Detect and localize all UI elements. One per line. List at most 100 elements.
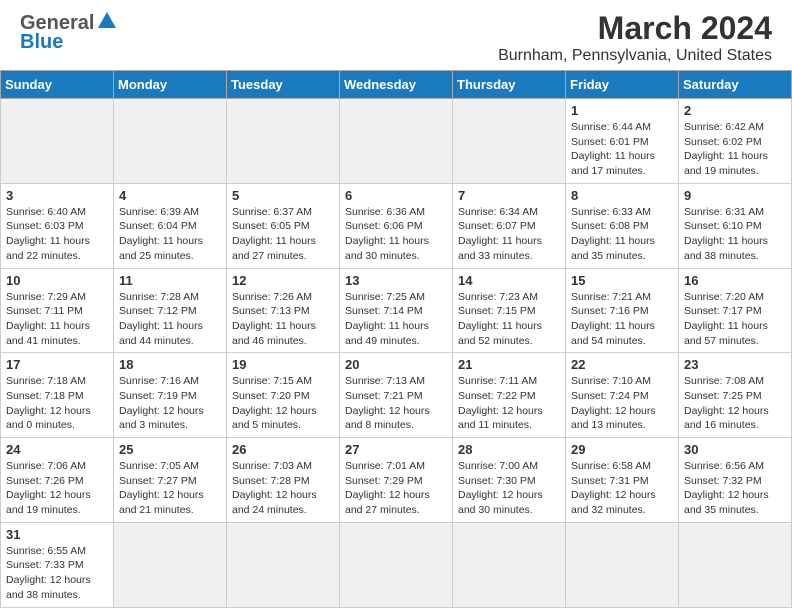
calendar-header: Sunday Monday Tuesday Wednesday Thursday… [1, 71, 792, 99]
day-detail: Sunrise: 6:58 AM Sunset: 7:31 PM Dayligh… [571, 459, 673, 518]
day-number: 31 [6, 527, 108, 542]
calendar-cell: 21 Sunrise: 7:11 AM Sunset: 7:22 PM Dayli… [453, 353, 566, 438]
calendar-cell [453, 522, 566, 607]
calendar-cell: 5 Sunrise: 6:37 AM Sunset: 6:05 PM Daylig… [227, 183, 340, 268]
calendar-cell [1, 99, 114, 184]
day-detail: Sunrise: 7:25 AM Sunset: 7:14 PM Dayligh… [345, 290, 447, 349]
day-number: 14 [458, 273, 560, 288]
col-monday: Monday [114, 71, 227, 99]
logo-icon [96, 10, 118, 37]
calendar-cell: 18Sunrise: 7:16 AM Sunset: 7:19 PM Dayli… [114, 353, 227, 438]
calendar-cell [227, 522, 340, 607]
day-detail: Sunrise: 6:39 AM Sunset: 6:04 PM Dayligh… [119, 205, 221, 264]
day-number: 26 [232, 442, 334, 457]
day-detail: Sunrise: 7:26 AM Sunset: 7:13 PM Dayligh… [232, 290, 334, 349]
calendar-row-5: 31 Sunrise: 6:55 AM Sunset: 7:33 PM Dayli… [1, 522, 792, 607]
day-detail: Sunrise: 7:08 AM Sunset: 7:25 PM Dayligh… [684, 374, 786, 433]
day-detail: Sunrise: 7:29 AM Sunset: 7:11 PM Dayligh… [6, 290, 108, 349]
day-detail: Sunrise: 7:05 AM Sunset: 7:27 PM Dayligh… [119, 459, 221, 518]
day-detail: Sunrise: 7:03 AM Sunset: 7:28 PM Dayligh… [232, 459, 334, 518]
calendar-cell: 28Sunrise: 7:00 AM Sunset: 7:30 PM Dayli… [453, 438, 566, 523]
calendar-cell: 4 Sunrise: 6:39 AM Sunset: 6:04 PM Daylig… [114, 183, 227, 268]
day-detail: Sunrise: 7:13 AM Sunset: 7:21 PM Dayligh… [345, 374, 447, 433]
calendar-row-4: 24 Sunrise: 7:06 AM Sunset: 7:26 PM Dayli… [1, 438, 792, 523]
day-detail: Sunrise: 7:18 AM Sunset: 7:18 PM Dayligh… [6, 374, 108, 433]
calendar-row-2: 10 Sunrise: 7:29 AM Sunset: 7:11 PM Dayli… [1, 268, 792, 353]
col-saturday: Saturday [679, 71, 792, 99]
calendar-cell [227, 99, 340, 184]
day-detail: Sunrise: 6:36 AM Sunset: 6:06 PM Dayligh… [345, 205, 447, 264]
day-number: 18 [119, 357, 221, 372]
col-tuesday: Tuesday [227, 71, 340, 99]
day-detail: Sunrise: 7:21 AM Sunset: 7:16 PM Dayligh… [571, 290, 673, 349]
calendar-cell [114, 522, 227, 607]
calendar-cell: 14 Sunrise: 7:23 AM Sunset: 7:15 PM Dayli… [453, 268, 566, 353]
calendar-cell: 7 Sunrise: 6:34 AM Sunset: 6:07 PM Daylig… [453, 183, 566, 268]
calendar-cell [566, 522, 679, 607]
day-number: 4 [119, 188, 221, 203]
calendar-cell: 23 Sunrise: 7:08 AM Sunset: 7:25 PM Dayli… [679, 353, 792, 438]
day-number: 5 [232, 188, 334, 203]
day-detail: Sunrise: 7:20 AM Sunset: 7:17 PM Dayligh… [684, 290, 786, 349]
day-detail: Sunrise: 6:34 AM Sunset: 6:07 PM Dayligh… [458, 205, 560, 264]
calendar-cell: 12Sunrise: 7:26 AM Sunset: 7:13 PM Dayli… [227, 268, 340, 353]
day-detail: Sunrise: 7:11 AM Sunset: 7:22 PM Dayligh… [458, 374, 560, 433]
day-number: 11 [119, 273, 221, 288]
calendar-cell: 22 Sunrise: 7:10 AM Sunset: 7:24 PM Dayli… [566, 353, 679, 438]
calendar-cell: 2Sunrise: 6:42 AM Sunset: 6:02 PM Daylig… [679, 99, 792, 184]
day-detail: Sunrise: 6:55 AM Sunset: 7:33 PM Dayligh… [6, 544, 108, 603]
day-number: 6 [345, 188, 447, 203]
day-number: 17 [6, 357, 108, 372]
calendar-cell: 15Sunrise: 7:21 AM Sunset: 7:16 PM Dayli… [566, 268, 679, 353]
calendar-cell [340, 99, 453, 184]
header-row: Sunday Monday Tuesday Wednesday Thursday… [1, 71, 792, 99]
calendar-cell: 1 Sunrise: 6:44 AM Sunset: 6:01 PM Daylig… [566, 99, 679, 184]
day-detail: Sunrise: 7:10 AM Sunset: 7:24 PM Dayligh… [571, 374, 673, 433]
day-detail: Sunrise: 6:31 AM Sunset: 6:10 PM Dayligh… [684, 205, 786, 264]
calendar-cell: 17 Sunrise: 7:18 AM Sunset: 7:18 PM Dayli… [1, 353, 114, 438]
day-detail: Sunrise: 6:42 AM Sunset: 6:02 PM Dayligh… [684, 120, 786, 179]
day-detail: Sunrise: 7:15 AM Sunset: 7:20 PM Dayligh… [232, 374, 334, 433]
day-detail: Sunrise: 6:44 AM Sunset: 6:01 PM Dayligh… [571, 120, 673, 179]
day-detail: Sunrise: 7:23 AM Sunset: 7:15 PM Dayligh… [458, 290, 560, 349]
day-detail: Sunrise: 6:40 AM Sunset: 6:03 PM Dayligh… [6, 205, 108, 264]
calendar-cell: 27 Sunrise: 7:01 AM Sunset: 7:29 PM Dayli… [340, 438, 453, 523]
day-number: 7 [458, 188, 560, 203]
day-number: 21 [458, 357, 560, 372]
day-detail: Sunrise: 6:56 AM Sunset: 7:32 PM Dayligh… [684, 459, 786, 518]
day-detail: Sunrise: 7:01 AM Sunset: 7:29 PM Dayligh… [345, 459, 447, 518]
calendar-cell: 8Sunrise: 6:33 AM Sunset: 6:08 PM Daylig… [566, 183, 679, 268]
page-header: General Blue March 2024 Burnham, Pennsyl… [0, 0, 792, 70]
col-sunday: Sunday [1, 71, 114, 99]
calendar-cell: 19Sunrise: 7:15 AM Sunset: 7:20 PM Dayli… [227, 353, 340, 438]
calendar-cell: 16Sunrise: 7:20 AM Sunset: 7:17 PM Dayli… [679, 268, 792, 353]
day-number: 3 [6, 188, 108, 203]
day-number: 22 [571, 357, 673, 372]
day-number: 1 [571, 103, 673, 118]
calendar-table: Sunday Monday Tuesday Wednesday Thursday… [0, 70, 792, 608]
day-number: 24 [6, 442, 108, 457]
calendar-cell: 11 Sunrise: 7:28 AM Sunset: 7:12 PM Dayli… [114, 268, 227, 353]
day-number: 10 [6, 273, 108, 288]
calendar-cell: 24 Sunrise: 7:06 AM Sunset: 7:26 PM Dayli… [1, 438, 114, 523]
calendar-row-3: 17 Sunrise: 7:18 AM Sunset: 7:18 PM Dayli… [1, 353, 792, 438]
calendar-cell: 30Sunrise: 6:56 AM Sunset: 7:32 PM Dayli… [679, 438, 792, 523]
day-number: 23 [684, 357, 786, 372]
calendar-cell: 20Sunrise: 7:13 AM Sunset: 7:21 PM Dayli… [340, 353, 453, 438]
day-number: 29 [571, 442, 673, 457]
col-thursday: Thursday [453, 71, 566, 99]
day-number: 27 [345, 442, 447, 457]
calendar-cell: 26 Sunrise: 7:03 AM Sunset: 7:28 PM Dayli… [227, 438, 340, 523]
day-detail: Sunrise: 7:28 AM Sunset: 7:12 PM Dayligh… [119, 290, 221, 349]
calendar-cell [453, 99, 566, 184]
day-detail: Sunrise: 6:37 AM Sunset: 6:05 PM Dayligh… [232, 205, 334, 264]
logo: General Blue [20, 10, 120, 54]
calendar-row-1: 3 Sunrise: 6:40 AM Sunset: 6:03 PM Daylig… [1, 183, 792, 268]
calendar-cell [679, 522, 792, 607]
calendar-cell: 31 Sunrise: 6:55 AM Sunset: 7:33 PM Dayli… [1, 522, 114, 607]
calendar-cell: 13Sunrise: 7:25 AM Sunset: 7:14 PM Dayli… [340, 268, 453, 353]
day-detail: Sunrise: 7:06 AM Sunset: 7:26 PM Dayligh… [6, 459, 108, 518]
calendar-cell: 10 Sunrise: 7:29 AM Sunset: 7:11 PM Dayli… [1, 268, 114, 353]
day-number: 25 [119, 442, 221, 457]
calendar-cell [114, 99, 227, 184]
